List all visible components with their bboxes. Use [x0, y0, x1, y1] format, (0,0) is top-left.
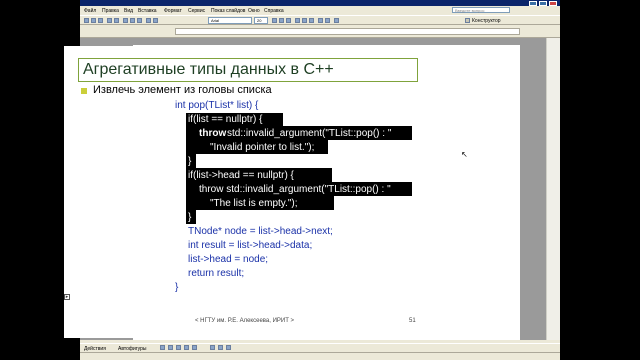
menu-bar: Файл Правка Вид Вставка Формат Сервис По… [80, 6, 560, 15]
font-color-icon[interactable] [334, 18, 339, 23]
code-line: return result; [188, 268, 245, 279]
menu-window[interactable]: Окно [248, 8, 260, 14]
design-button[interactable]: Конструктор [472, 18, 501, 24]
paste-icon[interactable] [137, 18, 142, 23]
menu-tools[interactable]: Сервис [188, 8, 205, 14]
italic-icon[interactable] [279, 18, 284, 23]
copy-icon[interactable] [130, 18, 135, 23]
code-line: int result = list->head->data; [188, 240, 313, 251]
menu-edit[interactable]: Правка [102, 8, 119, 14]
slide-subtitle: Извлечь элемент из головы списка [93, 84, 272, 96]
redo-icon[interactable] [153, 18, 158, 23]
oval-tool-icon[interactable] [184, 345, 189, 350]
line-tool-icon[interactable] [160, 345, 165, 350]
menu-insert[interactable]: Вставка [138, 8, 157, 14]
code-line: } [175, 282, 179, 293]
menu-help[interactable]: Справка [264, 8, 284, 14]
code-line: if(list == nullptr) { [188, 114, 263, 125]
code-line: } [188, 156, 192, 167]
menu-slideshow[interactable]: Показ слайдов [211, 8, 245, 14]
code-line: "Invalid pointer to list."); [210, 142, 315, 153]
slide-page-number: 51 [409, 318, 416, 324]
mouse-cursor-icon: ↖ [461, 150, 468, 159]
bullet-marker [81, 88, 87, 94]
font-color-icon[interactable] [226, 345, 231, 350]
code-line: list->head = node; [188, 254, 269, 265]
menu-format[interactable]: Формат [164, 8, 182, 14]
menu-view[interactable]: Вид [124, 8, 133, 14]
rectangle-tool-icon[interactable] [176, 345, 181, 350]
slide-nav-icon[interactable]: ▸ [64, 294, 70, 300]
code-line: TNode* node = list->head->next; [188, 226, 333, 237]
arrow-tool-icon[interactable] [168, 345, 173, 350]
code-line: int pop(TList* list) { [175, 100, 259, 111]
toolbar: Arial 20 Конструктор [80, 15, 560, 25]
new-icon[interactable] [84, 18, 89, 23]
status-bar [80, 352, 560, 360]
line-color-icon[interactable] [218, 345, 223, 350]
font-size-select[interactable]: 20 [254, 17, 268, 24]
ruler-scale [175, 28, 520, 35]
preview-icon[interactable] [114, 18, 119, 23]
vertical-scrollbar[interactable] [546, 38, 560, 340]
design-icon[interactable] [465, 18, 470, 23]
align-left-icon[interactable] [295, 18, 300, 23]
drawing-toolbar: Действия Автофигуры [80, 343, 560, 352]
textbox-tool-icon[interactable] [192, 345, 197, 350]
open-icon[interactable] [91, 18, 96, 23]
code-line: std::invalid_argument("TList::pop() : " [227, 128, 392, 139]
code-line: } [188, 212, 192, 223]
menu-file[interactable]: Файл [84, 8, 96, 14]
slide-title: Агрегативные типы данных в С++ [83, 61, 334, 78]
align-center-icon[interactable] [302, 18, 307, 23]
save-icon[interactable] [98, 18, 103, 23]
code-keyword: throw [199, 128, 227, 139]
code-line: if(list->head == nullptr) { [188, 170, 294, 181]
code-line: throw std::invalid_argument("TList::pop(… [199, 184, 391, 195]
code-line: "The list is empty."); [210, 198, 298, 209]
bold-icon[interactable] [272, 18, 277, 23]
slide-footer: < НГТУ им. Р.Е. Алексеева, ИРИТ > [195, 318, 295, 324]
ruler [80, 25, 560, 38]
fill-color-icon[interactable] [210, 345, 215, 350]
align-right-icon[interactable] [309, 18, 314, 23]
font-name-select[interactable]: Arial [208, 17, 252, 24]
print-icon[interactable] [107, 18, 112, 23]
bullets-icon[interactable] [325, 18, 330, 23]
slide-title-box[interactable]: Агрегативные типы данных в С++ [78, 58, 418, 82]
help-search-input[interactable]: Введите вопрос [452, 7, 510, 13]
underline-icon[interactable] [286, 18, 291, 23]
undo-icon[interactable] [146, 18, 151, 23]
cut-icon[interactable] [123, 18, 128, 23]
numbering-icon[interactable] [318, 18, 323, 23]
